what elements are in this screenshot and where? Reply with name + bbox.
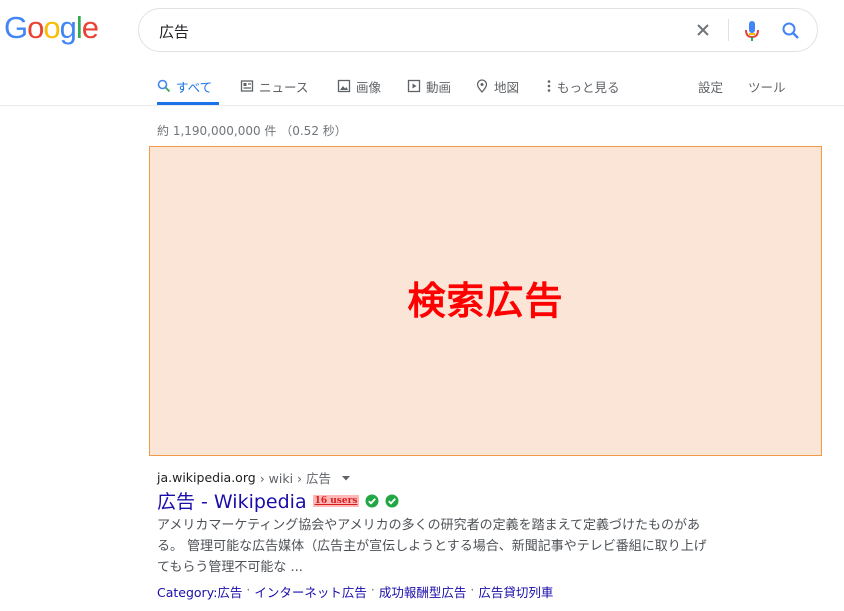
tab-videos[interactable]: 動画: [407, 75, 451, 97]
logo-letter: e: [81, 10, 99, 45]
result-stats: 約 1,190,000,000 件 （0.52 秒）: [157, 124, 347, 138]
users-badge[interactable]: 16 users: [312, 494, 360, 507]
tabs-divider: [0, 105, 844, 106]
caret-down-icon[interactable]: [341, 473, 351, 483]
tools-link[interactable]: ツール: [748, 75, 786, 97]
news-icon: [240, 80, 254, 92]
settings-link[interactable]: 設定: [698, 75, 723, 97]
result-path: › wiki › 広告: [259, 471, 332, 486]
snippet-line: アメリカマーケティング協会やアメリカの多くの研究者の定義を踏まえて定義づけたもの…: [157, 518, 701, 533]
google-logo[interactable]: Google: [4, 10, 99, 46]
tab-images[interactable]: 画像: [337, 75, 381, 97]
tab-all[interactable]: すべて: [157, 75, 212, 97]
microphone-icon[interactable]: [742, 19, 762, 43]
check-circle-icon: [365, 494, 379, 507]
search-ad-placeholder[interactable]: 検索広告: [149, 146, 822, 456]
tab-label: もっと見る: [557, 79, 620, 95]
search-icon: [157, 79, 171, 93]
search-tabs: すべて ニュース 画像 動画 地図 もっと見る 設定 ツール: [157, 75, 807, 99]
sitelink-separator: ·: [246, 582, 251, 597]
logo-letter: o: [27, 10, 44, 45]
logo-letter: g: [59, 10, 77, 45]
sitelink-separator: ·: [470, 582, 475, 597]
clear-icon[interactable]: [694, 21, 712, 39]
result-domain: ja.wikipedia.org: [157, 470, 256, 485]
map-pin-icon: [476, 79, 488, 93]
search-icon[interactable]: [781, 21, 801, 41]
tab-label: すべて: [176, 79, 213, 95]
settings-label: 設定: [698, 79, 724, 95]
search-input[interactable]: 広告: [159, 21, 189, 42]
result-title-link[interactable]: 広告 - Wikipedia: [157, 487, 307, 514]
tools-label: ツール: [748, 79, 786, 95]
tab-label: 動画: [426, 79, 452, 95]
snippet-line: てもらう管理不可能な ...: [157, 560, 303, 575]
tab-label: 画像: [356, 79, 382, 95]
more-vertical-icon: [547, 80, 551, 92]
result-breadcrumb[interactable]: ja.wikipedia.org › wiki › 広告: [157, 468, 351, 487]
video-icon: [407, 79, 421, 93]
image-icon: [337, 79, 351, 93]
sitelink[interactable]: 成功報酬型広告: [379, 582, 467, 601]
logo-letter: o: [43, 10, 60, 45]
search-divider: [728, 19, 729, 41]
sitelink-separator: ·: [370, 582, 375, 597]
sitelink[interactable]: Category:広告: [157, 582, 242, 601]
result-sitelinks: Category:広告 · インターネット広告 · 成功報酬型広告 · 広告貸切…: [157, 582, 553, 601]
result-title-row: 広告 - Wikipedia 16 users: [157, 487, 399, 514]
check-circle-icon: [385, 494, 399, 507]
snippet-line: る。 管理可能な広告媒体（広告主が宣伝しようとする場合、新聞記事やテレビ番組に取…: [157, 539, 707, 554]
tab-more[interactable]: もっと見る: [546, 75, 620, 97]
ad-label: 検索広告: [407, 278, 564, 323]
tab-label: ニュース: [259, 79, 309, 95]
search-box[interactable]: 広告: [138, 8, 818, 52]
result-snippet: アメリカマーケティング協会やアメリカの多くの研究者の定義を踏まえて定義づけたもの…: [157, 515, 757, 578]
tab-maps[interactable]: 地図: [475, 75, 519, 97]
sitelink[interactable]: 広告貸切列車: [478, 582, 553, 601]
sitelink[interactable]: インターネット広告: [254, 582, 367, 601]
logo-letter: G: [4, 10, 28, 45]
tab-news[interactable]: ニュース: [240, 75, 308, 97]
tab-label: 地図: [494, 79, 520, 95]
